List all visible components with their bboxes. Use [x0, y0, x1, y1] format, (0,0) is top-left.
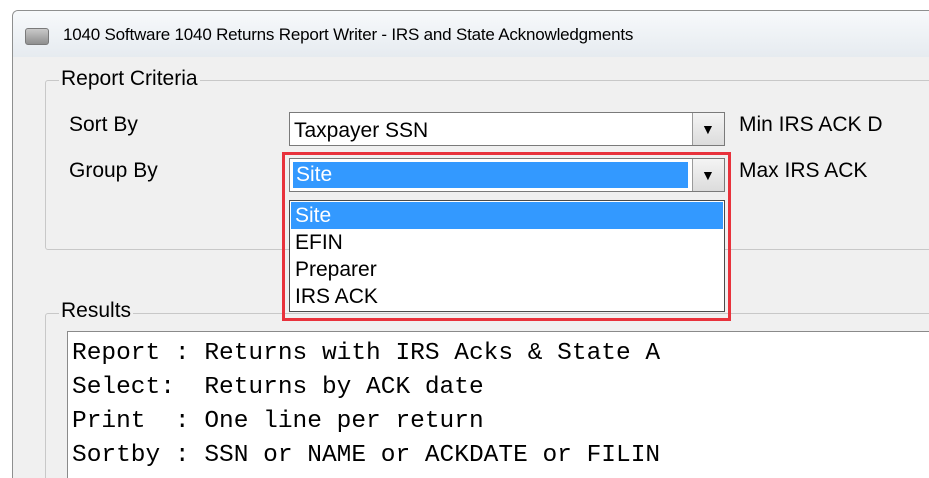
group-by-label: Group By	[69, 159, 158, 182]
sort-by-combo[interactable]: Taxpayer SSN ▼	[289, 112, 725, 146]
group-by-dropdown-list: Site EFIN Preparer IRS ACK	[289, 200, 725, 312]
title-bar: 1040 Software 1040 Returns Report Writer…	[13, 11, 929, 57]
sort-by-dropdown-button[interactable]: ▼	[692, 113, 724, 145]
chevron-down-icon: ▼	[701, 121, 715, 137]
app-icon	[25, 28, 49, 45]
sort-by-label: Sort By	[69, 113, 138, 136]
min-irs-ack-date-label: Min IRS ACK D	[739, 113, 883, 136]
window-title: 1040 Software 1040 Returns Report Writer…	[63, 25, 634, 44]
group-by-dropdown-button[interactable]: ▼	[692, 159, 724, 191]
chevron-down-icon: ▼	[701, 167, 715, 183]
results-legend: Results	[59, 299, 134, 323]
max-irs-ack-date-label: Max IRS ACK	[739, 159, 868, 182]
group-by-option-efin[interactable]: EFIN	[291, 229, 723, 256]
results-line: Print : One line per return	[72, 408, 484, 435]
results-text-area[interactable]: Report : Returns with IRS Acks & State A…	[67, 331, 929, 478]
group-by-combo[interactable]: Site ▼	[289, 158, 725, 192]
results-line: Report : Returns with IRS Acks & State A	[72, 340, 661, 367]
group-by-value: Site	[293, 162, 688, 188]
group-by-option-preparer[interactable]: Preparer	[291, 256, 723, 283]
report-criteria-legend: Report Criteria	[59, 67, 200, 91]
results-line: Sortby : SSN or NAME or ACKDATE or FILIN	[72, 442, 661, 469]
results-line: Select: Returns by ACK date	[72, 374, 484, 401]
sort-by-value: Taxpayer SSN	[294, 119, 429, 142]
group-by-option-irs-ack[interactable]: IRS ACK	[291, 283, 723, 310]
group-by-option-site[interactable]: Site	[291, 202, 723, 229]
report-writer-window: 1040 Software 1040 Returns Report Writer…	[12, 10, 929, 478]
